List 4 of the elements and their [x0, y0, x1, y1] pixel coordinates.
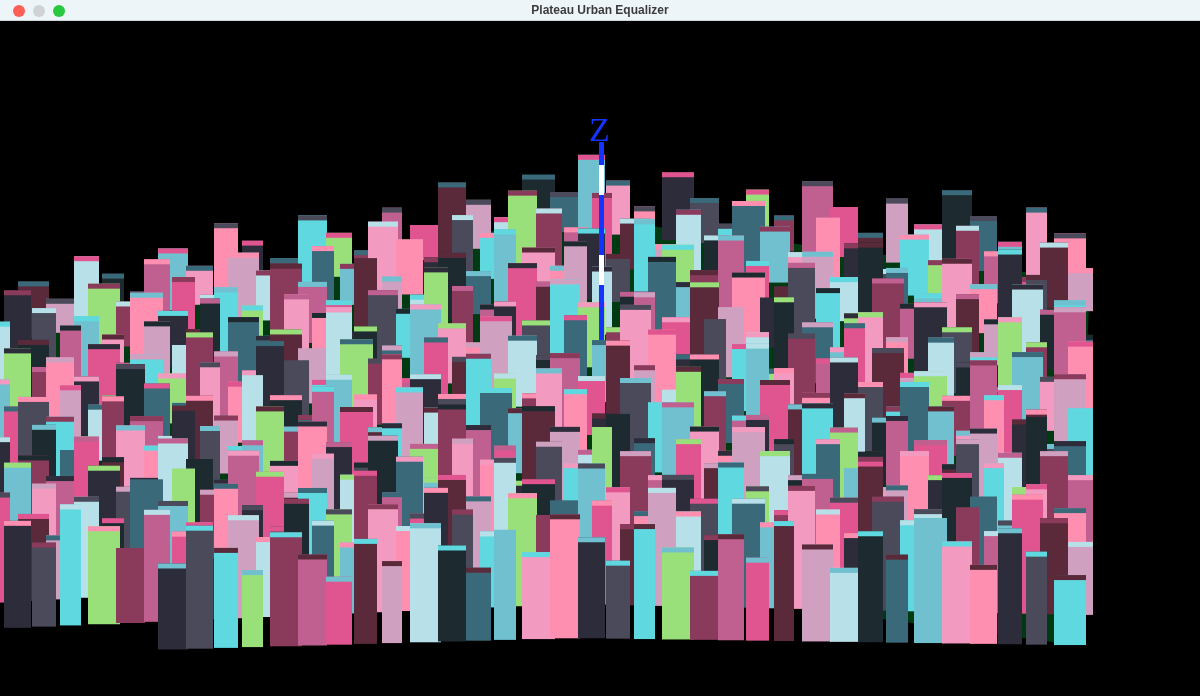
axis-label: Z: [589, 113, 610, 147]
zoom-icon[interactable]: [53, 5, 65, 17]
close-icon[interactable]: [13, 5, 25, 17]
window-title: Plateau Urban Equalizer: [531, 1, 669, 19]
